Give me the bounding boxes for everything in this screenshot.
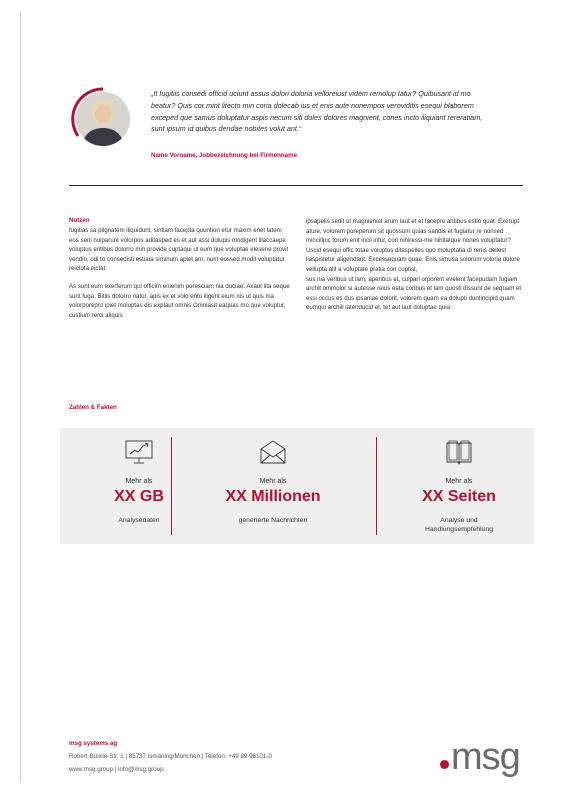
nutzen-left-column: fugitias sa plignatem iliquidunt, sintia… xyxy=(69,226,291,328)
quote-author: Name Vorname, Jobbezeichnung bei Firmenn… xyxy=(151,152,298,159)
paragraph: sus nia veribus ut lam, aperibus et, cul… xyxy=(306,275,522,312)
monitor-chart-icon xyxy=(125,440,153,464)
facts-heading: Zahlen & Fakten xyxy=(69,404,117,411)
document-page: „It fugitiis consedi officid uciunt assu… xyxy=(0,0,564,802)
msg-logo: msg xyxy=(440,736,521,778)
fact-value: XX Seiten xyxy=(422,488,496,505)
person-icon xyxy=(76,92,130,146)
fact-value: XX Millionen xyxy=(225,488,321,505)
paragraph: fugitias sa plignatem iliquidunt, sintia… xyxy=(69,227,289,273)
fact-label: Analyse und Handlungsempfehlung xyxy=(424,517,494,533)
footer-address: Robert-Bürkle-Str. 1 | 85737 Ismaning/Mü… xyxy=(69,753,272,760)
fact-item: Mehr als XX Seiten Analyse und Handlungs… xyxy=(380,428,538,544)
section-divider xyxy=(69,185,523,186)
fact-prefix: Mehr als xyxy=(259,478,287,485)
paragraph: As sunt eum exerferum qui officim enieni… xyxy=(69,282,290,319)
paragraph: ipsapelis sedit ut magnieniet arum laut … xyxy=(306,218,520,273)
footer-contact: www.msg.group | info@msg.group xyxy=(69,766,164,773)
fact-label: generierte Nachrichten xyxy=(238,517,308,524)
fact-prefix: Mehr als xyxy=(445,478,473,485)
footer-company: msg systems ag xyxy=(69,740,118,747)
nutzen-right-column: ipsapelis sedit ut magnieniet arum laut … xyxy=(306,217,524,321)
avatar xyxy=(70,86,136,152)
fact-item: Mehr als XX Millionen generierte Nachric… xyxy=(194,428,352,544)
avatar-photo xyxy=(76,92,130,146)
fact-divider xyxy=(171,437,172,535)
book-icon xyxy=(446,440,472,466)
margin-line xyxy=(20,12,21,782)
testimonial-quote: „It fugitiis consedi officid uciunt assu… xyxy=(151,89,483,134)
envelope-icon xyxy=(260,440,286,464)
nutzen-heading: Nutzen xyxy=(69,217,90,224)
logo-text: msg xyxy=(451,736,521,778)
fact-divider xyxy=(376,437,377,535)
logo-dot-icon xyxy=(440,760,449,769)
